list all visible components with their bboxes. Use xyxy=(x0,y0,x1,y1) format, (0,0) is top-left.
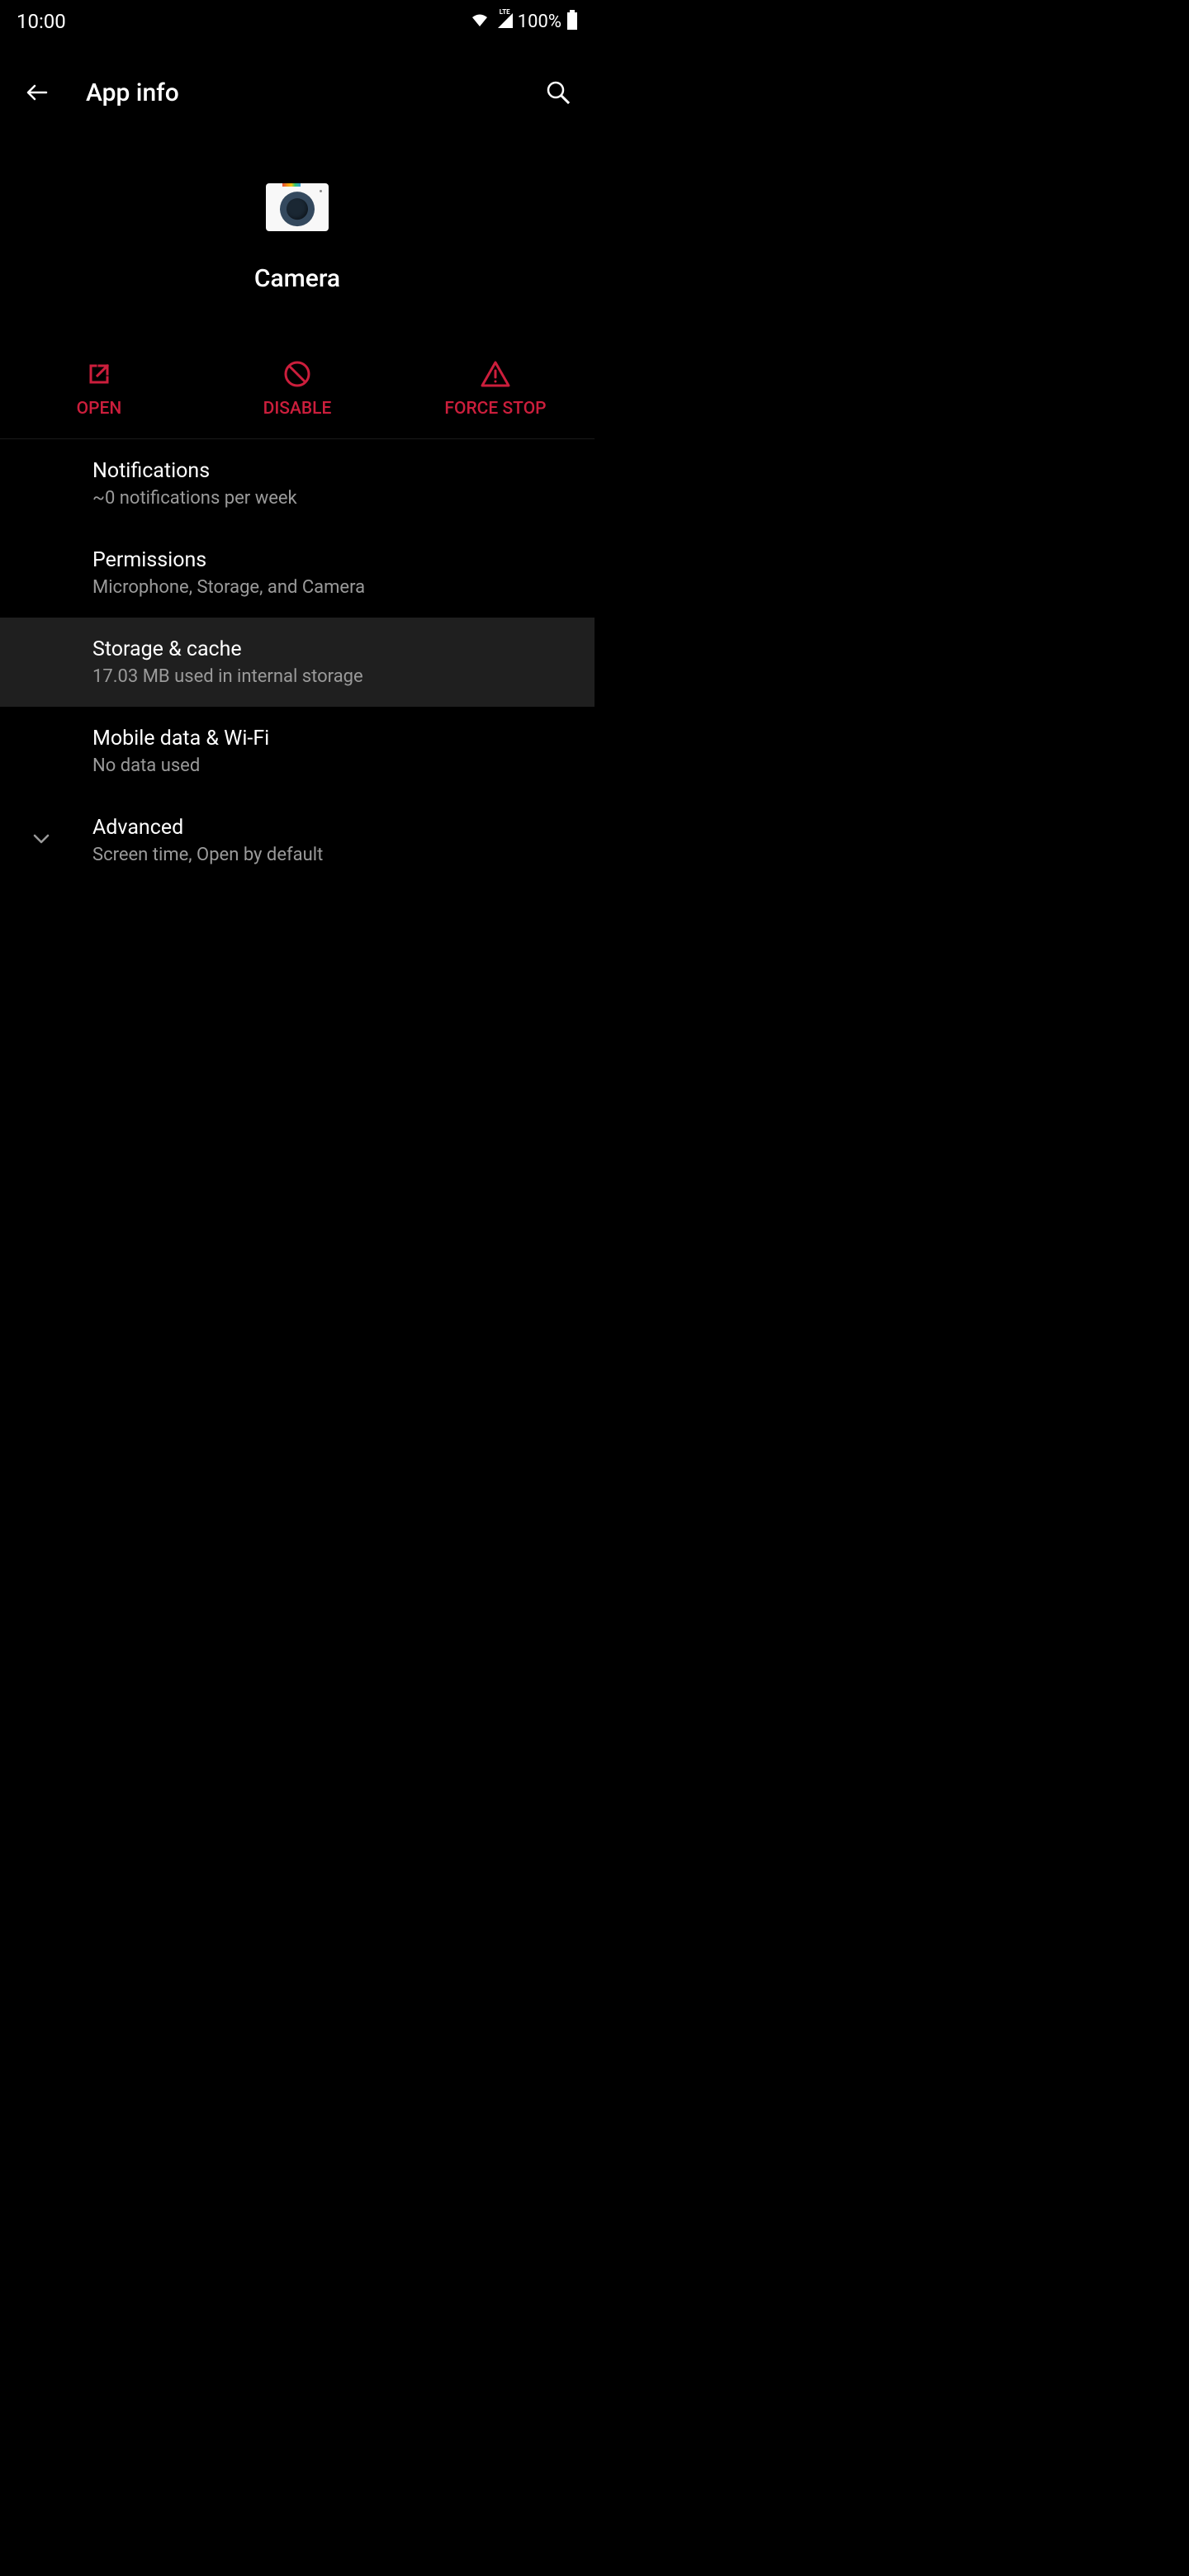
data-subtitle: No data used xyxy=(92,755,571,776)
disable-icon xyxy=(282,359,312,389)
notifications-title: Notifications xyxy=(92,459,571,483)
action-buttons: OPEN DISABLE FORCE STOP xyxy=(0,318,594,439)
camera-app-icon xyxy=(266,183,329,231)
search-button[interactable] xyxy=(538,73,578,112)
permissions-title: Permissions xyxy=(92,548,571,572)
disable-button[interactable]: DISABLE xyxy=(198,359,396,419)
force-stop-label: FORCE STOP xyxy=(444,399,546,419)
advanced-title: Advanced xyxy=(92,816,571,840)
settings-list: Notifications ~0 notifications per week … xyxy=(0,439,594,885)
advanced-item[interactable]: Advanced Screen time, Open by default xyxy=(0,796,594,885)
permissions-subtitle: Microphone, Storage, and Camera xyxy=(92,577,571,598)
disable-label: DISABLE xyxy=(263,399,332,419)
advanced-subtitle: Screen time, Open by default xyxy=(92,845,571,865)
app-bar: App info xyxy=(0,43,594,142)
permissions-item[interactable]: Permissions Microphone, Storage, and Cam… xyxy=(0,528,594,618)
open-label: OPEN xyxy=(77,399,122,419)
chevron-down-icon xyxy=(30,827,53,854)
force-stop-icon xyxy=(480,359,511,389)
notifications-item[interactable]: Notifications ~0 notifications per week xyxy=(0,439,594,528)
app-header: Camera xyxy=(0,142,594,318)
back-button[interactable] xyxy=(17,73,56,112)
force-stop-button[interactable]: FORCE STOP xyxy=(396,359,594,419)
storage-item[interactable]: Storage & cache 17.03 MB used in interna… xyxy=(0,618,594,707)
storage-title: Storage & cache xyxy=(92,637,571,661)
app-name: Camera xyxy=(254,264,340,293)
lte-label: LTE xyxy=(500,8,510,16)
status-bar: 10:00 LTE 100% xyxy=(0,0,594,43)
battery-icon xyxy=(566,10,578,33)
wifi-icon xyxy=(470,12,490,31)
storage-subtitle: 17.03 MB used in internal storage xyxy=(92,666,571,687)
notifications-subtitle: ~0 notifications per week xyxy=(92,488,571,509)
data-title: Mobile data & Wi-Fi xyxy=(92,727,571,751)
status-time: 10:00 xyxy=(17,10,66,33)
page-title: App info xyxy=(86,78,509,107)
search-icon xyxy=(545,79,571,106)
data-item[interactable]: Mobile data & Wi-Fi No data used xyxy=(0,707,594,796)
status-indicators: LTE 100% xyxy=(470,10,578,33)
arrow-left-icon xyxy=(23,79,50,106)
open-icon xyxy=(84,359,114,389)
battery-percentage: 100% xyxy=(518,12,561,32)
open-button[interactable]: OPEN xyxy=(0,359,198,419)
signal-container: LTE xyxy=(495,12,513,31)
